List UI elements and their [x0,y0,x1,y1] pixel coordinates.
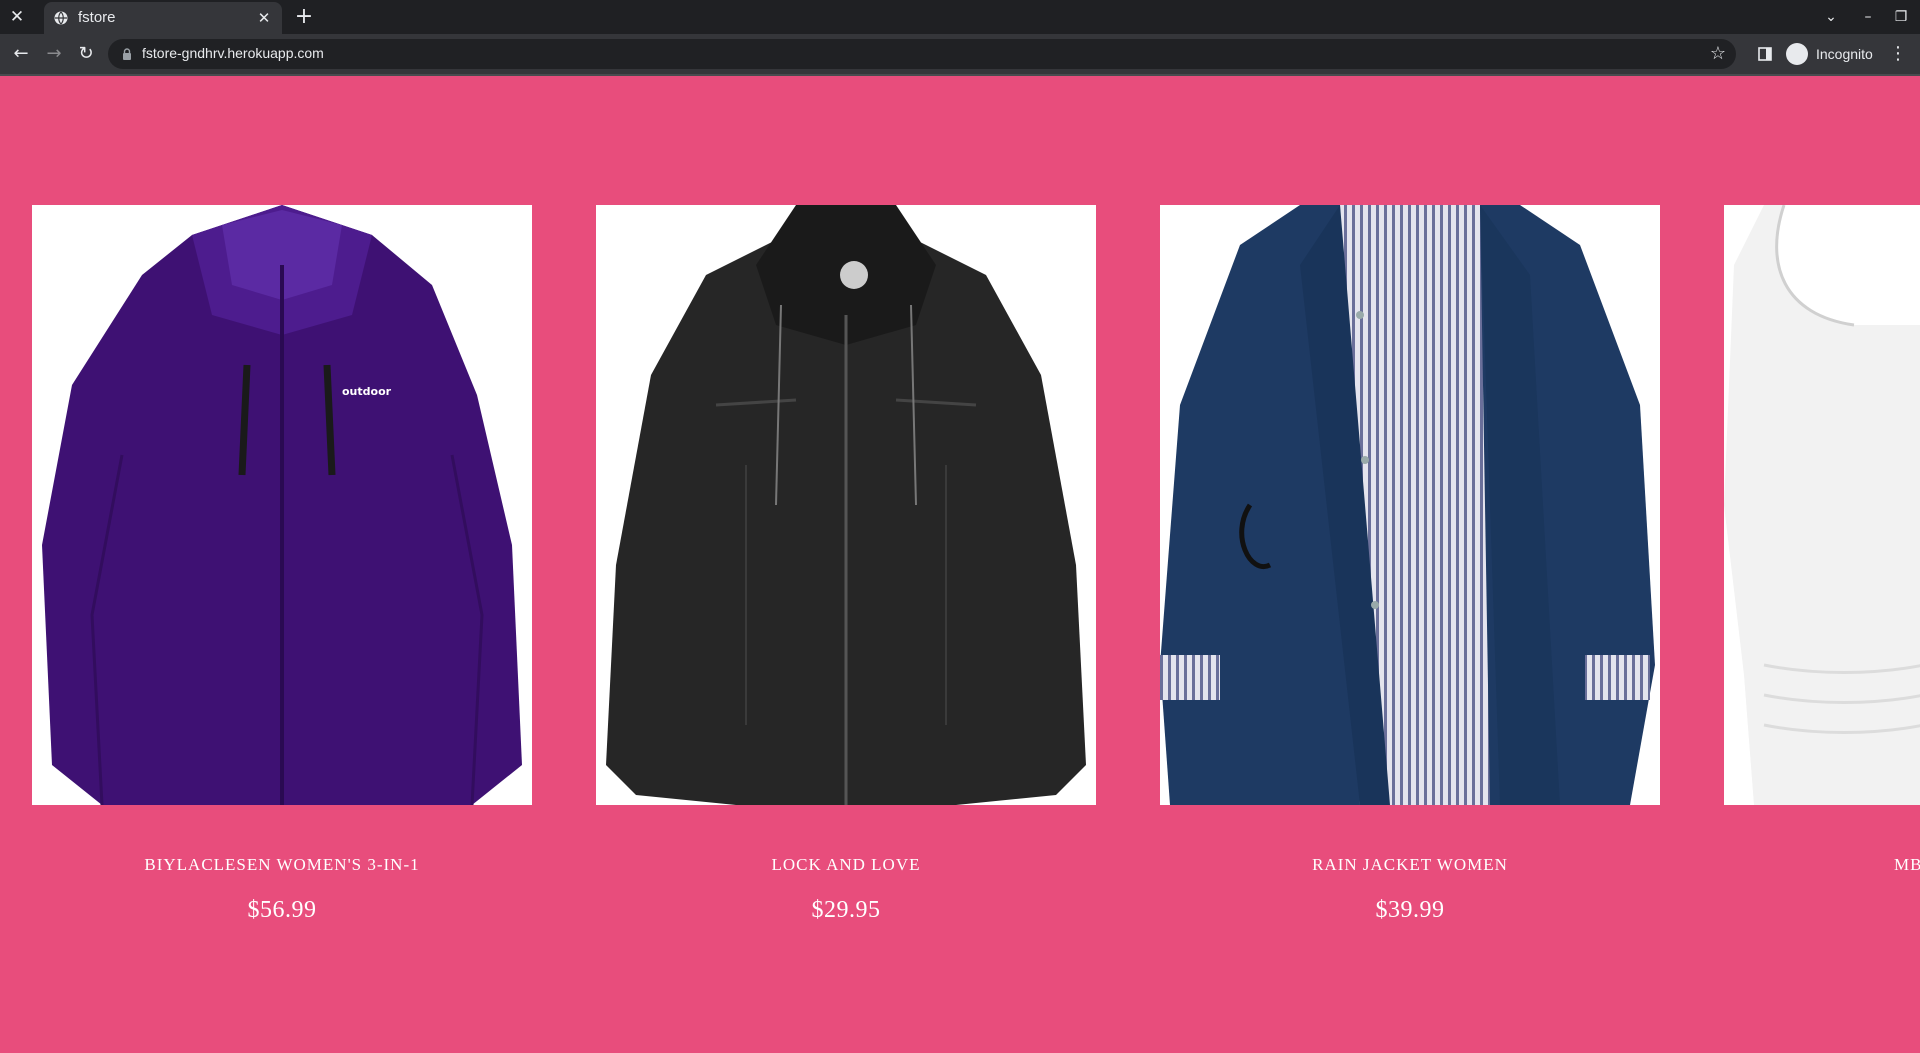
product-price: $29.95 [811,897,881,923]
black-jacket-image [596,205,1096,805]
incognito-icon [1786,43,1808,65]
browser-toolbar: ← → ↻ fstore-gndhrv.herokuapp.com ☆ Inco… [0,34,1920,74]
svg-text:outdoor: outdoor [342,385,392,398]
navy-jacket-image [1160,205,1660,805]
browser-tab[interactable]: fstore ✕ [44,2,282,34]
incognito-label: Incognito [1816,46,1873,62]
browser-tab-bar: ✕ fstore ✕ + ⌄ – ❐ [0,0,1920,34]
address-bar[interactable]: fstore-gndhrv.herokuapp.com ☆ [108,39,1736,69]
back-button[interactable]: ← [9,42,33,66]
product-title[interactable]: RAIN JACKET WOMEN [1160,855,1660,875]
forward-button[interactable]: → [42,42,66,66]
reload-button[interactable]: ↻ [74,42,98,66]
product-title[interactable]: MBJ [1894,855,1920,875]
white-top-image [1724,205,1920,805]
product-image-white-top[interactable] [1724,205,1920,805]
minimize-icon[interactable]: – [1857,6,1879,28]
bookmark-star-icon[interactable]: ☆ [1710,43,1726,65]
product-image-black-leather-jacket[interactable] [596,205,1096,805]
tab-close-icon[interactable]: ✕ [254,8,274,28]
close-window-icon[interactable]: ✕ [6,6,28,28]
product-page: outdoor BIYLACLESEN WOMEN'S 3-IN-1 $56.9… [0,76,1920,1053]
product-image-purple-jacket[interactable]: outdoor [32,205,532,805]
product-price: $56.99 [247,897,317,923]
globe-icon [54,11,68,25]
url-text: fstore-gndhrv.herokuapp.com [142,45,324,61]
new-tab-button[interactable]: + [292,5,316,29]
tab-title: fstore [78,9,116,26]
lock-icon [123,48,131,60]
purple-jacket-image: outdoor [32,205,532,805]
product-title[interactable]: BIYLACLESEN WOMEN'S 3-IN-1 [32,855,532,875]
product-image-navy-rain-jacket[interactable] [1160,205,1660,805]
browser-menu-icon[interactable]: ⋮ [1888,42,1908,66]
side-panel-icon[interactable] [1758,47,1772,61]
product-title[interactable]: LOCK AND LOVE [596,855,1096,875]
product-price: $39.99 [1375,897,1445,923]
restore-icon[interactable]: ❐ [1890,6,1912,28]
tab-search-icon[interactable]: ⌄ [1820,6,1842,28]
